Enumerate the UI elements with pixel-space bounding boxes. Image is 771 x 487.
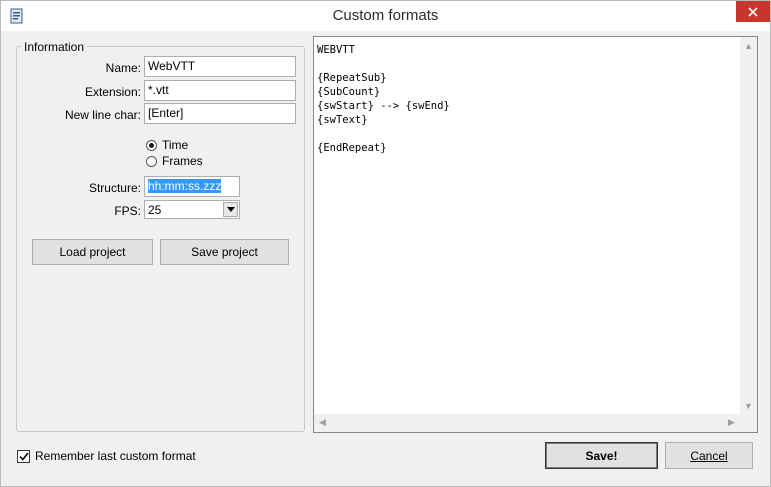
radio-frames-indicator[interactable] [146, 155, 157, 167]
vertical-scrollbar[interactable]: ▲ ▼ [740, 37, 757, 414]
information-group-label: Information [21, 40, 88, 54]
title-bar: Custom formats [1, 1, 770, 31]
structure-value: hh:mm:ss.zzz [148, 179, 222, 193]
newline-char-field[interactable]: [Enter] [144, 103, 296, 124]
fps-select[interactable]: 25 [144, 200, 240, 219]
chevron-down-icon [226, 207, 235, 212]
fps-value: 25 [148, 203, 162, 217]
remember-checkbox[interactable] [17, 449, 30, 463]
structure-label: Structure: [88, 181, 141, 195]
extension-label: Extension: [84, 85, 141, 99]
save-button[interactable]: Save! [545, 442, 658, 469]
name-field[interactable]: WebVTT [144, 56, 296, 77]
load-project-button[interactable]: Load project [32, 239, 153, 265]
scroll-up-icon[interactable]: ▲ [740, 37, 757, 54]
fps-label: FPS: [114, 204, 141, 218]
horizontal-scrollbar[interactable]: ◀ ▶ [314, 414, 740, 432]
format-editor[interactable]: WEBVTT {RepeatSub} {SubCount} {swStart} … [313, 36, 758, 433]
close-icon [748, 6, 758, 17]
scroll-down-icon[interactable]: ▼ [740, 397, 757, 414]
radio-time-indicator[interactable] [146, 139, 157, 151]
remember-label: Remember last custom format [35, 449, 196, 463]
name-label: Name: [105, 61, 141, 75]
format-editor-text[interactable]: WEBVTT {RepeatSub} {SubCount} {swStart} … [317, 43, 450, 155]
radio-time[interactable]: Time [146, 138, 188, 152]
fps-dropdown-button[interactable] [223, 202, 238, 217]
close-button[interactable] [736, 1, 770, 22]
custom-formats-window: Custom formats Information Name: WebVTT … [0, 0, 771, 487]
extension-field[interactable]: *.vtt [144, 80, 296, 101]
remember-checkbox-row[interactable]: Remember last custom format [17, 449, 196, 463]
scroll-right-icon[interactable]: ▶ [723, 414, 740, 431]
cancel-button[interactable]: Cancel [665, 442, 753, 469]
structure-field[interactable]: hh:mm:ss.zzz [144, 176, 240, 197]
window-title: Custom formats [332, 7, 439, 24]
radio-frames-label: Frames [162, 154, 203, 168]
radio-time-label: Time [162, 138, 189, 152]
save-project-button[interactable]: Save project [160, 239, 289, 265]
scrollbar-corner [740, 414, 757, 432]
radio-frames[interactable]: Frames [146, 154, 203, 168]
scroll-left-icon[interactable]: ◀ [314, 414, 331, 431]
newline-char-label: New line char: [64, 108, 141, 122]
checkmark-icon [18, 452, 29, 461]
